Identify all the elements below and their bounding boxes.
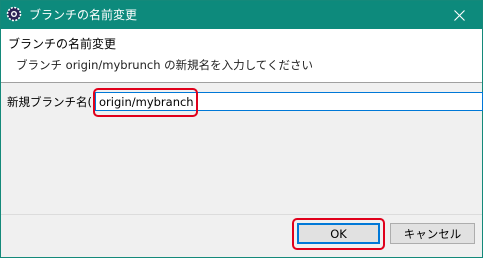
- header-title: ブランチの名前変更: [8, 37, 117, 51]
- dialog-header: ブランチの名前変更 ブランチ origin/mybrunch の新規名を入力して…: [1, 29, 482, 82]
- cancel-button[interactable]: キャンセル: [390, 223, 475, 244]
- new-branch-name-input[interactable]: [95, 92, 483, 111]
- app-gear-icon: [6, 6, 22, 22]
- title-bar[interactable]: ブランチの名前変更: [1, 1, 482, 29]
- header-divider: [1, 82, 482, 83]
- ok-button[interactable]: OK: [297, 223, 380, 244]
- rename-branch-dialog: ブランチの名前変更 ブランチの名前変更 ブランチ origin/mybrunch…: [0, 0, 483, 258]
- window-title: ブランチの名前変更: [29, 8, 138, 22]
- footer-divider: [1, 214, 482, 215]
- close-button[interactable]: [436, 1, 482, 29]
- close-icon: [453, 6, 465, 25]
- new-branch-name-label: 新規ブランチ名(N):: [7, 95, 109, 109]
- header-description: ブランチ origin/mybrunch の新規名を入力してください: [16, 58, 313, 72]
